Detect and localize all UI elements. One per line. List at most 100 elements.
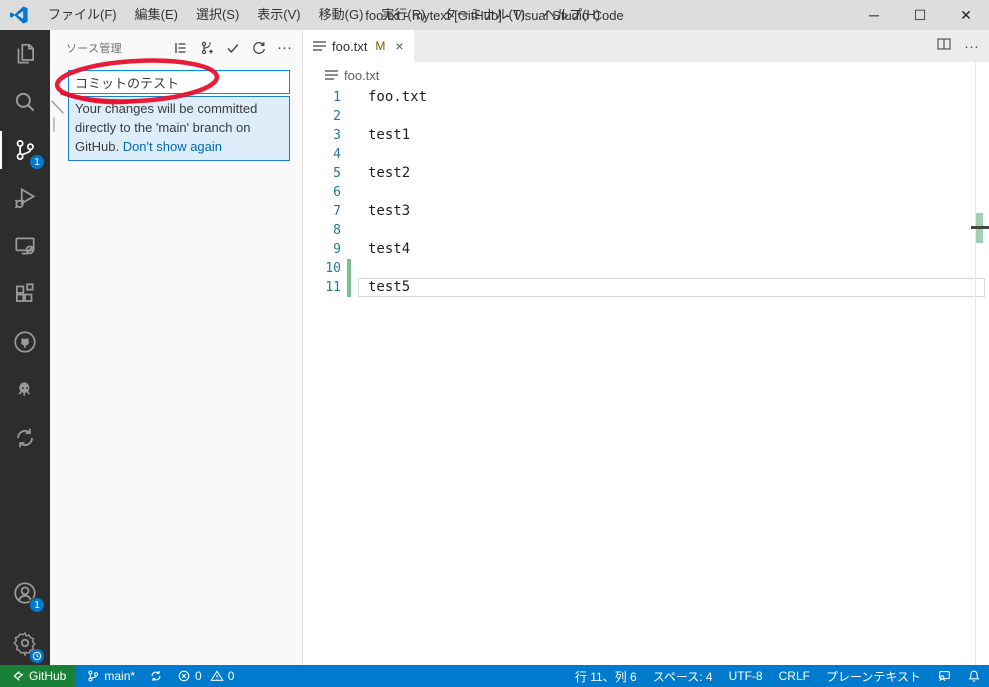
menu-help[interactable]: ヘルプ(H)	[534, 0, 609, 30]
indentation-item[interactable]: スペース: 4	[653, 668, 713, 685]
tab-foo-txt[interactable]: foo.txt M ×	[303, 30, 414, 62]
line-number: 2	[333, 109, 341, 124]
menu-run[interactable]: 実行(R)	[372, 0, 434, 30]
panel-title: ソース管理	[66, 43, 122, 55]
line-number: 7	[333, 204, 341, 219]
menu-file[interactable]: ファイル(F)	[39, 0, 126, 30]
editor-line: 4	[303, 145, 989, 164]
editor-line: 1 foo.txt	[303, 88, 989, 107]
commit-branch-notification: Your changes will be committed directly …	[68, 96, 290, 161]
problems-status-item[interactable]: 0 0	[177, 669, 234, 683]
editor-content[interactable]: 1 foo.txt 2 3 test1 4 5 test2 6 7 test3 8 9 t…	[303, 88, 989, 665]
settings-gear-icon[interactable]	[0, 619, 50, 667]
editor-group: foo.txt M × ··· foo.txt 1 foo.txt 2 3 test…	[303, 30, 989, 665]
source-control-icon[interactable]: 1	[0, 126, 50, 174]
warnings-icon	[210, 670, 224, 681]
encoding-item[interactable]: UTF-8	[729, 669, 763, 683]
source-control-badge: 1	[29, 154, 45, 170]
breadcrumb-label: foo.txt	[344, 67, 380, 83]
status-bar: GitHub main* 0 0 行 11、列 6 スペース: 4 UTF-8 …	[0, 665, 989, 687]
file-icon	[313, 39, 326, 53]
sync-view-icon[interactable]	[0, 414, 50, 462]
line-text: test4	[368, 241, 411, 257]
editor-actions: ···	[936, 30, 979, 62]
menu-view[interactable]: 表示(V)	[248, 0, 309, 30]
modified-badge: M	[375, 39, 386, 53]
language-mode-item[interactable]: プレーンテキスト	[826, 668, 921, 685]
eol-item[interactable]: CRLF	[779, 669, 810, 683]
editor-more-actions-icon[interactable]: ···	[964, 38, 979, 55]
run-and-debug-icon[interactable]	[0, 174, 50, 222]
errors-icon	[178, 670, 190, 682]
maximize-button[interactable]: ☐	[897, 0, 943, 30]
menu-bar: ファイル(F) 編集(E) 選択(S) 表示(V) 移動(G) 実行(R) ター…	[39, 0, 609, 30]
more-actions-icon[interactable]: ···	[277, 40, 292, 56]
line-number: 11	[325, 280, 341, 295]
line-number: 6	[333, 185, 341, 200]
minimize-button[interactable]: ─	[851, 0, 897, 30]
split-editor-icon[interactable]	[936, 36, 952, 57]
vscode-window: ファイル(F) 編集(E) 選択(S) 表示(V) 移動(G) 実行(R) ター…	[0, 0, 989, 687]
remote-explorer-icon[interactable]	[0, 222, 50, 270]
line-text: test5	[368, 279, 411, 295]
menu-edit[interactable]: 編集(E)	[126, 0, 187, 30]
view-as-tree-icon[interactable]	[173, 40, 189, 56]
create-branch-icon[interactable]	[199, 40, 215, 56]
errors-count: 0	[195, 669, 202, 683]
sync-status-item[interactable]	[149, 669, 163, 683]
search-icon[interactable]	[0, 78, 50, 126]
remote-label: GitHub	[29, 669, 67, 683]
commit-message-input[interactable]	[68, 70, 290, 94]
activity-bar: 1 1	[0, 30, 50, 665]
remote-icon	[13, 671, 24, 681]
editor-line-current: 11 test5	[303, 278, 989, 297]
overview-ruler-cursor-marker	[971, 226, 989, 229]
commit-check-icon[interactable]	[225, 40, 241, 56]
refresh-icon[interactable]	[251, 40, 267, 56]
branch-icon	[88, 670, 99, 682]
github-pull-requests-icon[interactable]	[0, 366, 50, 414]
source-control-header: ソース管理 ···	[50, 30, 302, 66]
editor-line: 9 test4	[303, 240, 989, 259]
overview-ruler[interactable]	[975, 62, 976, 665]
editor-line: 8	[303, 221, 989, 240]
explorer-icon[interactable]	[0, 30, 50, 78]
remote-indicator[interactable]: GitHub	[0, 665, 77, 687]
title-bar: ファイル(F) 編集(E) 選択(S) 表示(V) 移動(G) 実行(R) ター…	[0, 0, 989, 30]
extensions-icon[interactable]	[0, 270, 50, 318]
line-number: 3	[333, 128, 341, 143]
line-text: test3	[368, 203, 411, 219]
window-controls: ─ ☐ ✕	[851, 0, 989, 30]
breadcrumb[interactable]: foo.txt	[303, 62, 989, 88]
editor-line: 6	[303, 183, 989, 202]
branch-label: main*	[104, 669, 136, 683]
dont-show-again-link[interactable]: Don't show again	[123, 139, 222, 154]
tab-label: foo.txt	[332, 38, 368, 54]
github-icon[interactable]	[0, 318, 50, 366]
editor-line: 10	[303, 259, 989, 278]
line-text: test1	[368, 127, 411, 143]
menu-go[interactable]: 移動(G)	[310, 0, 373, 30]
gutter-added-indicator	[347, 259, 351, 297]
branch-status-item[interactable]: main*	[86, 669, 135, 683]
editor-line: 5 test2	[303, 164, 989, 183]
cursor-position-item[interactable]: 行 11、列 6	[575, 668, 637, 685]
editor-line: 7 test3	[303, 202, 989, 221]
line-number: 10	[325, 261, 341, 276]
line-text: foo.txt	[368, 89, 428, 105]
feedback-icon[interactable]	[937, 669, 951, 683]
line-number: 9	[333, 242, 341, 257]
editor-line: 3 test1	[303, 126, 989, 145]
vscode-logo-icon	[10, 6, 28, 24]
notifications-bell-icon[interactable]	[967, 669, 981, 683]
update-clock-badge	[30, 649, 44, 663]
menu-terminal[interactable]: ターミナル(T)	[434, 0, 534, 30]
line-number: 4	[333, 147, 341, 162]
menu-selection[interactable]: 選択(S)	[187, 0, 248, 30]
accounts-badge: 1	[29, 597, 45, 613]
line-number: 1	[333, 90, 341, 105]
breadcrumb-file-icon	[325, 68, 338, 82]
tab-close-icon[interactable]: ×	[395, 38, 403, 54]
close-button[interactable]: ✕	[943, 0, 989, 30]
accounts-icon[interactable]: 1	[0, 569, 50, 617]
